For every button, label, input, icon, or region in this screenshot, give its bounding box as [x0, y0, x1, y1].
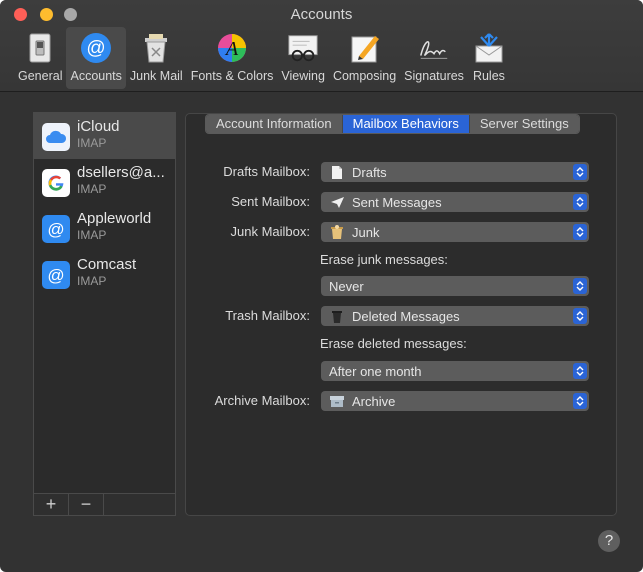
toolbar-junk-mail[interactable]: Junk Mail [126, 27, 187, 89]
google-icon [42, 169, 70, 197]
erase-junk-select[interactable]: Never [321, 276, 589, 296]
archive-mailbox-row: Archive Mailbox: Archive [190, 391, 590, 411]
trash-mailbox-row: Trash Mailbox: Deleted Messages [190, 306, 590, 326]
svg-text:@: @ [87, 38, 106, 59]
chevron-up-down-icon [573, 363, 587, 379]
settings-tabs: Account Information Mailbox Behaviors Se… [205, 114, 580, 134]
help-button[interactable]: ? [598, 530, 620, 552]
account-item-icloud[interactable]: iCloud IMAP [34, 113, 175, 159]
account-item-google[interactable]: dsellers@a... IMAP [34, 159, 175, 205]
toolbar-signatures[interactable]: Signatures [400, 27, 468, 89]
sent-mailbox-row: Sent Mailbox: Sent Messages [190, 192, 590, 212]
tab-mailbox-behaviors[interactable]: Mailbox Behaviors [342, 115, 470, 133]
pencil-icon [348, 31, 382, 65]
window-title: Accounts [290, 6, 353, 23]
document-icon [329, 164, 345, 180]
toolbar-viewing[interactable]: Viewing [277, 27, 329, 89]
trash-mailbox-label: Trash Mailbox: [225, 308, 310, 323]
sent-mailbox-select[interactable]: Sent Messages [321, 192, 589, 212]
toolbar-fonts-colors[interactable]: A Fonts & Colors [187, 27, 278, 89]
tab-account-information[interactable]: Account Information [206, 115, 343, 133]
junk-bin-icon [329, 224, 345, 240]
general-switch-icon [23, 31, 57, 65]
paper-plane-icon [329, 194, 345, 210]
accounts-preferences-window: Accounts General @ Accounts Junk Mail A … [0, 0, 643, 572]
archive-mailbox-select[interactable]: Archive [321, 391, 589, 411]
chevron-up-down-icon [573, 393, 587, 409]
signature-icon [417, 31, 451, 65]
drafts-mailbox-label: Drafts Mailbox: [223, 164, 310, 179]
chevron-up-down-icon [573, 224, 587, 240]
color-wheel-icon: A [215, 31, 249, 65]
toolbar-general[interactable]: General [14, 27, 66, 89]
erase-junk-row: Never [190, 276, 590, 296]
toolbar-rules[interactable]: Rules [468, 27, 510, 89]
chevron-up-down-icon [573, 194, 587, 210]
chevron-up-down-icon [573, 164, 587, 180]
account-item-appleworld[interactable]: @ Appleworld IMAP [34, 205, 175, 251]
add-account-button[interactable]: + [34, 494, 69, 515]
titlebar: Accounts General @ Accounts Junk Mail A … [0, 0, 643, 92]
at-sign-icon: @ [79, 31, 113, 65]
erase-deleted-row: After one month [190, 361, 590, 381]
account-item-comcast[interactable]: @ Comcast IMAP [34, 251, 175, 297]
junk-mailbox-select[interactable]: Junk [321, 222, 589, 242]
archive-box-icon [329, 393, 345, 409]
preferences-toolbar: General @ Accounts Junk Mail A Fonts & C… [14, 27, 510, 89]
icloud-icon [42, 123, 70, 151]
trash-can-icon [139, 31, 173, 65]
erase-junk-label: Erase junk messages: [320, 252, 448, 267]
junk-mailbox-label: Junk Mailbox: [230, 224, 310, 239]
trash-icon [329, 308, 345, 324]
accounts-list: iCloud IMAP dsellers@a... IMAP @ Applewo… [33, 112, 176, 516]
at-sign-icon: @ [42, 261, 70, 289]
svg-text:@: @ [47, 266, 64, 285]
erase-deleted-label: Erase deleted messages: [320, 336, 467, 351]
toolbar-accounts[interactable]: @ Accounts [66, 27, 126, 89]
chevron-up-down-icon [573, 278, 587, 294]
chevron-up-down-icon [573, 308, 587, 324]
erase-deleted-select[interactable]: After one month [321, 361, 589, 381]
tab-server-settings[interactable]: Server Settings [469, 115, 579, 133]
sent-mailbox-label: Sent Mailbox: [231, 194, 310, 209]
archive-mailbox-label: Archive Mailbox: [214, 393, 310, 408]
drafts-mailbox-select[interactable]: Drafts [321, 162, 589, 182]
trash-mailbox-select[interactable]: Deleted Messages [321, 306, 589, 326]
svg-text:A: A [224, 38, 239, 60]
remove-account-button[interactable]: − [69, 494, 104, 515]
accounts-list-footer: + − [34, 493, 175, 515]
glasses-icon [286, 31, 320, 65]
toolbar-composing[interactable]: Composing [329, 27, 400, 89]
rules-envelope-icon [472, 31, 506, 65]
drafts-mailbox-row: Drafts Mailbox: Drafts [190, 162, 590, 182]
at-sign-icon: @ [42, 215, 70, 243]
svg-text:@: @ [47, 220, 64, 239]
junk-mailbox-row: Junk Mailbox: Junk [190, 222, 590, 242]
